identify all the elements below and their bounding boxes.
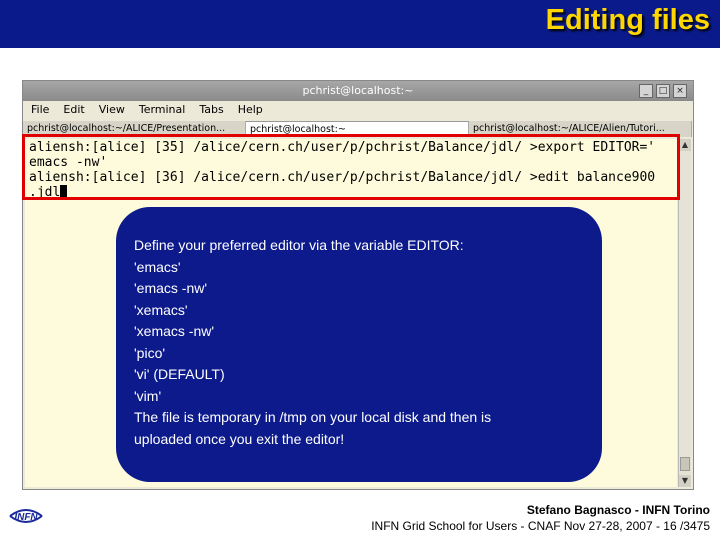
info-callout: Define your preferred editor via the var… (116, 207, 602, 482)
minimize-icon[interactable]: _ (639, 84, 653, 98)
infn-logo: INFN (9, 509, 43, 523)
window-controls: _ □ × (639, 84, 687, 98)
close-icon[interactable]: × (673, 84, 687, 98)
callout-line: Define your preferred editor via the var… (134, 237, 464, 253)
callout-line: The file is temporary in /tmp on your lo… (134, 409, 492, 425)
callout-line: uploaded once you exit the editor! (134, 430, 345, 447)
menu-view[interactable]: View (99, 101, 125, 119)
callout-line: 'xemacs -nw' (134, 323, 215, 339)
callout-line: 'pico' (134, 344, 166, 361)
callout-line: 'emacs -nw' (134, 280, 208, 296)
window-titlebar[interactable]: pchrist@localhost:~ _ □ × (23, 81, 693, 101)
scroll-up-icon[interactable]: ▲ (679, 139, 691, 151)
window-title: pchrist@localhost:~ (302, 84, 414, 97)
menu-bar: File Edit View Terminal Tabs Help (23, 101, 693, 119)
logo-text: INFN (14, 512, 38, 523)
slide-title: Editing files (545, 4, 710, 36)
menu-file[interactable]: File (31, 101, 49, 119)
command-highlight-box (22, 134, 680, 200)
scrollbar-thumb[interactable] (680, 457, 690, 471)
maximize-icon[interactable]: □ (656, 84, 670, 98)
callout-text: Define your preferred editor via the var… (134, 235, 491, 450)
callout-line: 'xemacs' (134, 301, 188, 318)
scroll-down-icon[interactable]: ▼ (679, 475, 691, 487)
callout-line: 'vim' (134, 387, 162, 404)
footer-author: Stefano Bagnasco - INFN Torino (526, 503, 710, 517)
footer-event: INFN Grid School for Users - CNAF Nov 27… (371, 519, 710, 533)
menu-edit[interactable]: Edit (63, 101, 84, 119)
menu-tabs[interactable]: Tabs (199, 101, 223, 119)
callout-line: 'vi' (DEFAULT) (134, 366, 225, 382)
slide-header: Editing files (0, 0, 720, 48)
callout-line: 'emacs' (134, 258, 181, 275)
menu-help[interactable]: Help (238, 101, 263, 119)
menu-terminal[interactable]: Terminal (139, 101, 186, 119)
